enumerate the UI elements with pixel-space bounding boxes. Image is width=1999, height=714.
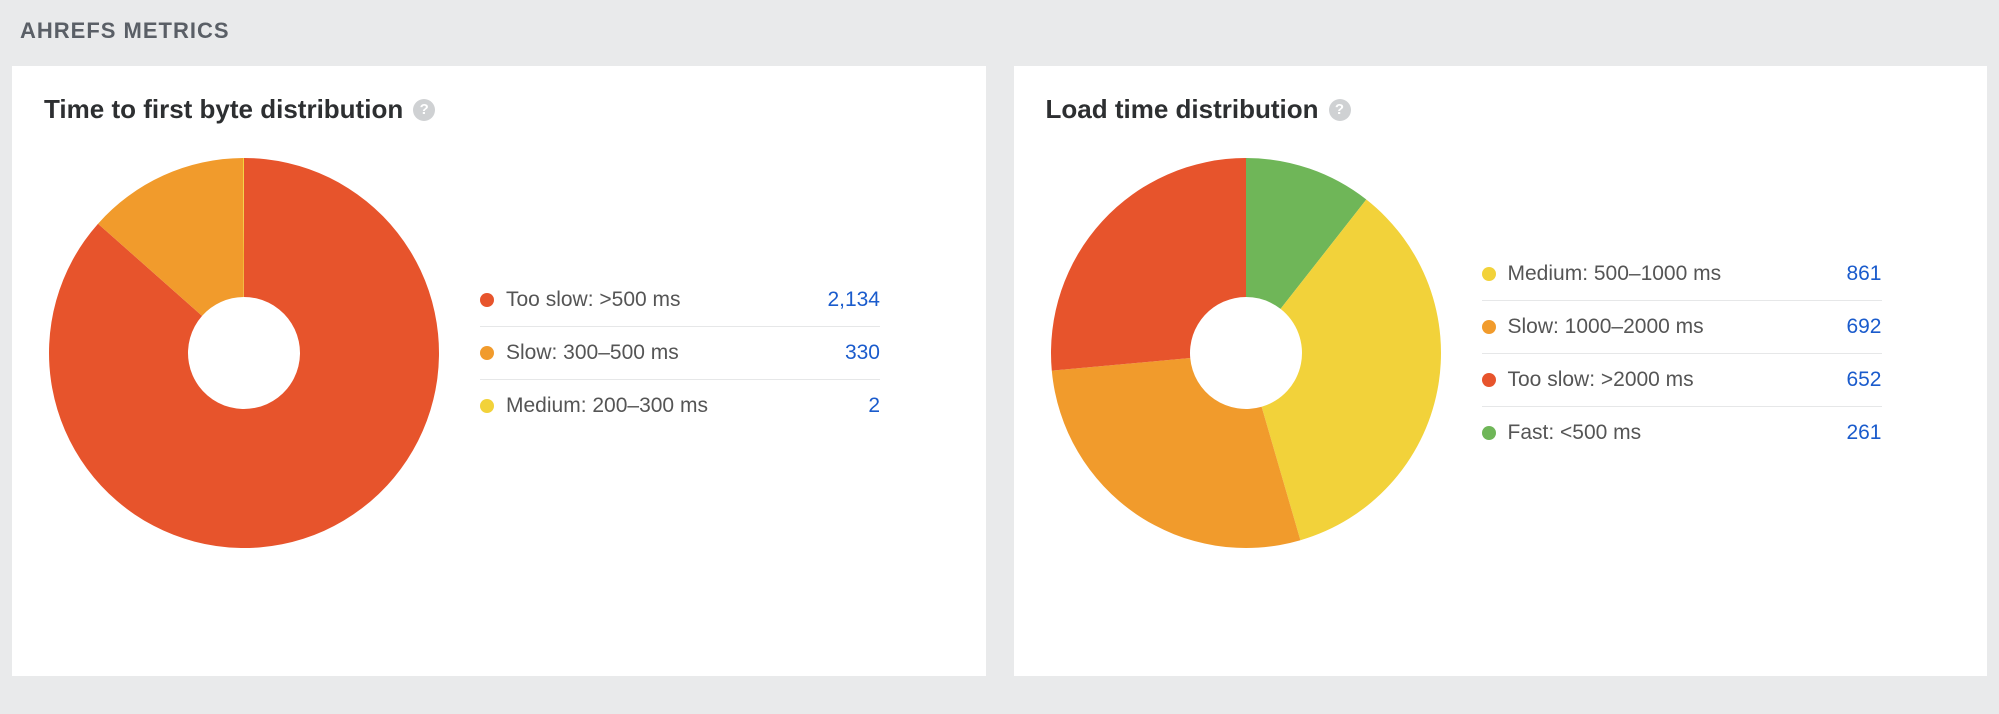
legend-label: Fast: <500 ms xyxy=(1508,421,1642,445)
legend-value[interactable]: 2 xyxy=(868,394,880,418)
card-ttfb-header: Time to first byte distribution ? xyxy=(44,94,954,125)
legend-value[interactable]: 2,134 xyxy=(827,288,880,312)
legend-item[interactable]: Slow: 300–500 ms 330 xyxy=(480,327,880,380)
legend-item[interactable]: Slow: 1000–2000 ms 692 xyxy=(1482,301,1882,354)
cards-container: Time to first byte distribution ? Too sl… xyxy=(12,66,1987,676)
legend-label: Slow: 1000–2000 ms xyxy=(1508,315,1704,339)
circle-icon xyxy=(480,293,494,307)
card-ttfb-title: Time to first byte distribution xyxy=(44,94,403,125)
donut-slice-red[interactable] xyxy=(1051,158,1246,371)
card-ttfb-body: Too slow: >500 ms 2,134 Slow: 300–500 ms… xyxy=(44,153,954,553)
circle-icon xyxy=(480,346,494,360)
legend-label: Slow: 300–500 ms xyxy=(506,341,679,365)
legend-value[interactable]: 261 xyxy=(1846,421,1881,445)
legend-item[interactable]: Too slow: >2000 ms 652 xyxy=(1482,354,1882,407)
help-icon[interactable]: ? xyxy=(1329,99,1351,121)
legend-value[interactable]: 652 xyxy=(1846,368,1881,392)
circle-icon xyxy=(480,399,494,413)
section-title: AHREFS METRICS xyxy=(12,18,1987,44)
legend-loadtime: Medium: 500–1000 ms 861 Slow: 1000–2000 … xyxy=(1482,248,1882,459)
legend-item[interactable]: Medium: 500–1000 ms 861 xyxy=(1482,248,1882,301)
circle-icon xyxy=(1482,373,1496,387)
card-loadtime-title: Load time distribution xyxy=(1046,94,1319,125)
legend-value[interactable]: 692 xyxy=(1846,315,1881,339)
legend-label: Medium: 200–300 ms xyxy=(506,394,708,418)
legend-item[interactable]: Too slow: >500 ms 2,134 xyxy=(480,274,880,327)
legend-value[interactable]: 330 xyxy=(845,341,880,365)
circle-icon xyxy=(1482,320,1496,334)
circle-icon xyxy=(1482,267,1496,281)
card-loadtime-header: Load time distribution ? xyxy=(1046,94,1956,125)
legend-label: Too slow: >500 ms xyxy=(506,288,681,312)
circle-icon xyxy=(1482,426,1496,440)
legend-value[interactable]: 861 xyxy=(1846,262,1881,286)
legend-item[interactable]: Medium: 200–300 ms 2 xyxy=(480,380,880,432)
help-icon[interactable]: ? xyxy=(413,99,435,121)
legend-ttfb: Too slow: >500 ms 2,134 Slow: 300–500 ms… xyxy=(480,274,880,432)
card-ttfb: Time to first byte distribution ? Too sl… xyxy=(12,66,986,676)
legend-label: Too slow: >2000 ms xyxy=(1508,368,1694,392)
donut-chart-ttfb xyxy=(44,153,444,553)
card-loadtime-body: Medium: 500–1000 ms 861 Slow: 1000–2000 … xyxy=(1046,153,1956,553)
donut-chart-loadtime xyxy=(1046,153,1446,553)
legend-label: Medium: 500–1000 ms xyxy=(1508,262,1722,286)
legend-item[interactable]: Fast: <500 ms 261 xyxy=(1482,407,1882,459)
card-loadtime: Load time distribution ? Medium: 500–100… xyxy=(1014,66,1988,676)
donut-slice-orange[interactable] xyxy=(1051,358,1300,548)
